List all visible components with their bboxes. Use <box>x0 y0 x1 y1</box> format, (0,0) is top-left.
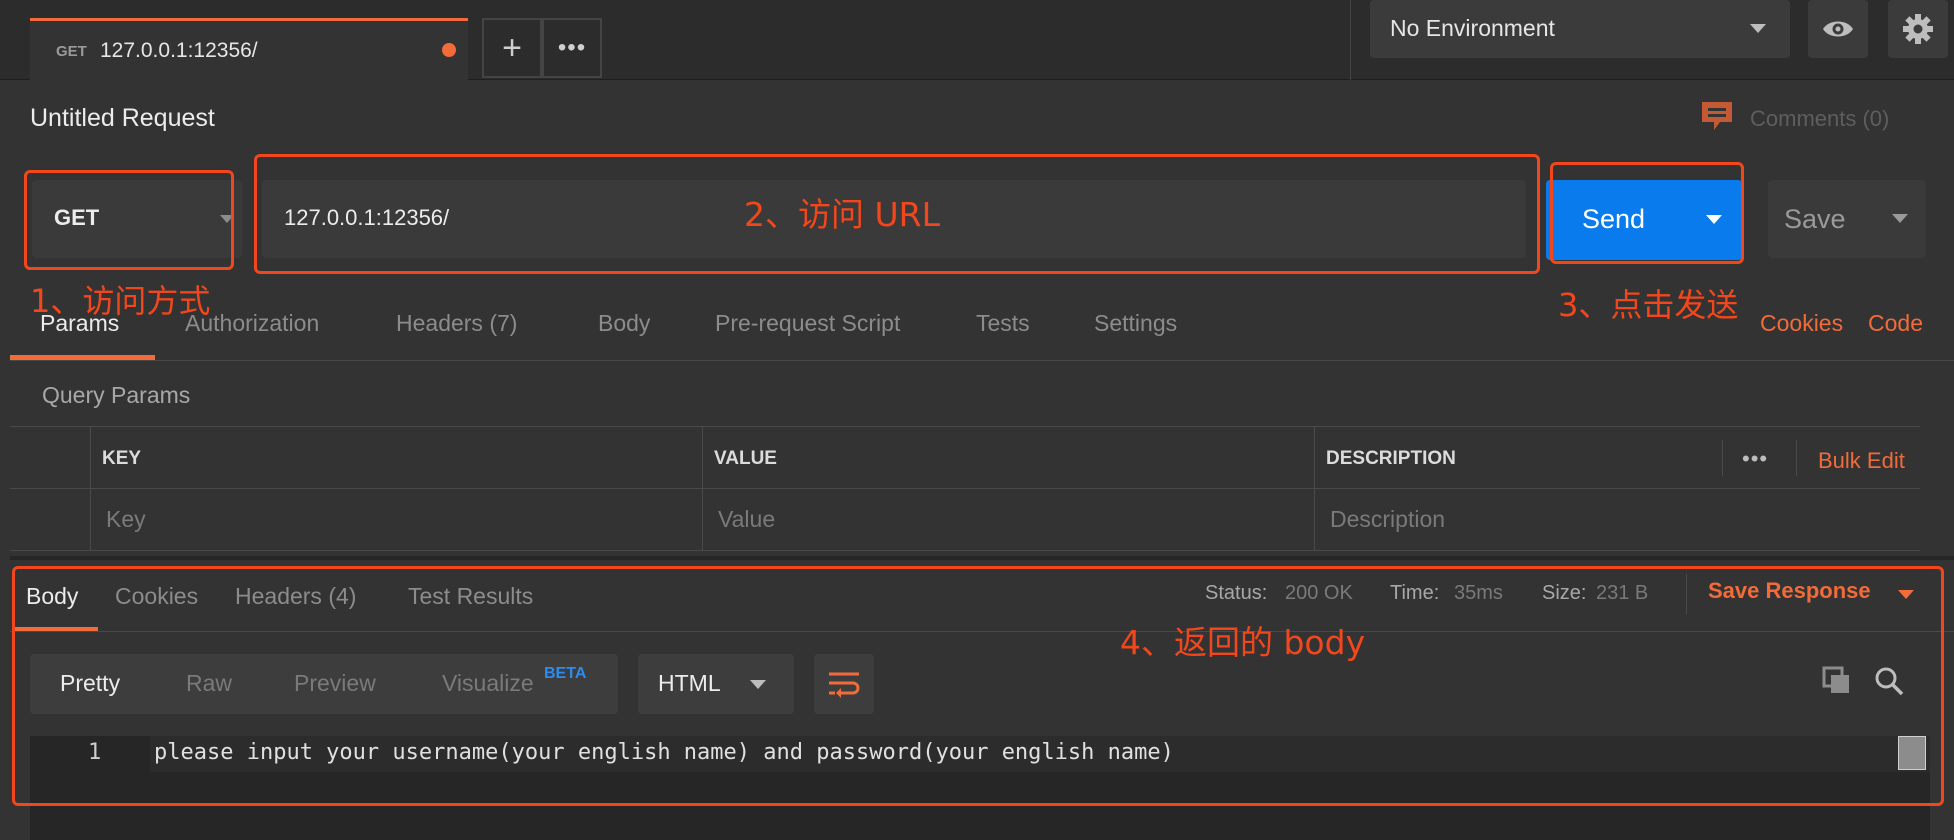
language-value: HTML <box>658 670 721 696</box>
table-border <box>1314 426 1315 550</box>
annotation-url-text: 2、访问 URL <box>744 195 940 234</box>
gear-icon <box>1903 14 1933 44</box>
time-value: 35ms <box>1454 582 1503 604</box>
unsaved-dot-icon <box>442 43 456 57</box>
chevron-down-icon <box>750 680 766 689</box>
bulk-edit-link[interactable]: Bulk Edit <box>1818 448 1905 474</box>
tab-tests[interactable]: Tests <box>976 310 1030 337</box>
comment-icon <box>1702 102 1732 130</box>
description-input[interactable]: Description <box>1330 506 1445 533</box>
format-visualize[interactable]: Visualize <box>442 670 534 697</box>
comments-label: Comments (0) <box>1750 106 1890 131</box>
tab-options-button[interactable]: ••• <box>542 18 602 78</box>
table-border <box>702 426 703 550</box>
table-border <box>1722 440 1723 476</box>
chevron-down-icon <box>1750 24 1766 33</box>
scrollbar-thumb[interactable] <box>1898 736 1926 770</box>
format-toggle-group: Pretty Raw Preview Visualize BETA <box>30 654 618 714</box>
key-input[interactable]: Key <box>106 506 146 533</box>
divider <box>10 631 1954 632</box>
tab-method: GET <box>56 43 87 60</box>
tab-url: 127.0.0.1:12356/ <box>100 39 258 62</box>
query-params-title: Query Params <box>42 382 191 408</box>
request-tab[interactable]: GET 127.0.0.1:12356/ <box>30 18 468 80</box>
beta-badge: BETA <box>544 665 587 682</box>
url-value: 127.0.0.1:12356/ <box>284 205 450 230</box>
format-preview[interactable]: Preview <box>294 670 376 697</box>
new-tab-button[interactable]: + <box>482 18 542 78</box>
value-input[interactable]: Value <box>718 506 775 533</box>
response-tab-cookies[interactable]: Cookies <box>115 583 198 610</box>
environment-value: No Environment <box>1390 15 1555 41</box>
method-value: GET <box>54 205 100 230</box>
size-value: 231 B <box>1596 582 1649 604</box>
search-icon[interactable] <box>1874 666 1904 696</box>
method-select[interactable]: GET <box>32 180 242 258</box>
response-tab-test-results[interactable]: Test Results <box>408 583 533 610</box>
format-pretty[interactable]: Pretty <box>60 670 120 697</box>
chevron-down-icon[interactable] <box>1898 590 1914 599</box>
language-select[interactable]: HTML <box>638 654 794 714</box>
wrap-icon <box>829 672 860 698</box>
chevron-down-icon <box>220 215 234 223</box>
copy-icon[interactable] <box>1822 666 1852 696</box>
annotation-send-text: 3、点击发送 <box>1558 286 1739 324</box>
environment-select[interactable]: No Environment <box>1370 0 1790 58</box>
environment-quick-look-button[interactable] <box>1808 0 1868 58</box>
table-border <box>10 488 1920 489</box>
status-label: Status: <box>1205 582 1268 604</box>
divider <box>1350 0 1351 80</box>
line-number: 1 <box>88 740 102 765</box>
save-options-chevron-icon[interactable] <box>1892 214 1908 223</box>
column-options-ellipsis-icon[interactable]: ••• <box>1742 446 1768 472</box>
save-response-button[interactable]: Save Response <box>1708 578 1871 604</box>
pane-divider[interactable] <box>10 556 1954 560</box>
table-border <box>90 426 91 550</box>
send-button[interactable]: Send <box>1546 180 1742 260</box>
tab-pre-request-script[interactable]: Pre-request Script <box>715 310 900 337</box>
column-header-description: DESCRIPTION <box>1326 448 1456 469</box>
tab-headers[interactable]: Headers (7) <box>396 310 517 337</box>
send-options-chevron-icon[interactable] <box>1706 215 1722 224</box>
time-label: Time: <box>1390 582 1440 604</box>
request-title[interactable]: Untitled Request <box>30 104 215 133</box>
annotation-body-text: 4、返回的 body <box>1120 623 1366 662</box>
tab-body[interactable]: Body <box>598 310 650 337</box>
code-link[interactable]: Code <box>1868 310 1923 337</box>
save-button[interactable]: Save <box>1768 180 1926 258</box>
settings-button[interactable] <box>1888 0 1948 58</box>
wrap-line-button[interactable] <box>814 654 874 714</box>
code-line: please input your username(your english … <box>154 740 1174 765</box>
format-raw[interactable]: Raw <box>186 670 232 697</box>
divider <box>10 360 1954 361</box>
status-value: 200 OK <box>1285 582 1353 604</box>
response-tab-headers[interactable]: Headers (4) <box>235 583 356 610</box>
plus-icon: + <box>502 29 522 67</box>
annotation-method-text: 1、访问方式 <box>30 282 211 320</box>
divider <box>1686 574 1687 614</box>
table-border <box>10 550 1920 551</box>
size-label: Size: <box>1542 582 1587 604</box>
column-header-value: VALUE <box>714 448 777 469</box>
response-tab-body[interactable]: Body <box>26 583 78 610</box>
table-border <box>1796 440 1797 476</box>
save-label: Save <box>1784 204 1846 234</box>
ellipsis-icon: ••• <box>557 34 587 61</box>
column-header-key: KEY <box>102 448 142 469</box>
eye-icon <box>1823 21 1853 37</box>
send-label: Send <box>1582 204 1646 234</box>
table-border <box>10 426 1920 427</box>
tab-settings[interactable]: Settings <box>1094 310 1177 337</box>
cookies-link[interactable]: Cookies <box>1760 310 1843 337</box>
